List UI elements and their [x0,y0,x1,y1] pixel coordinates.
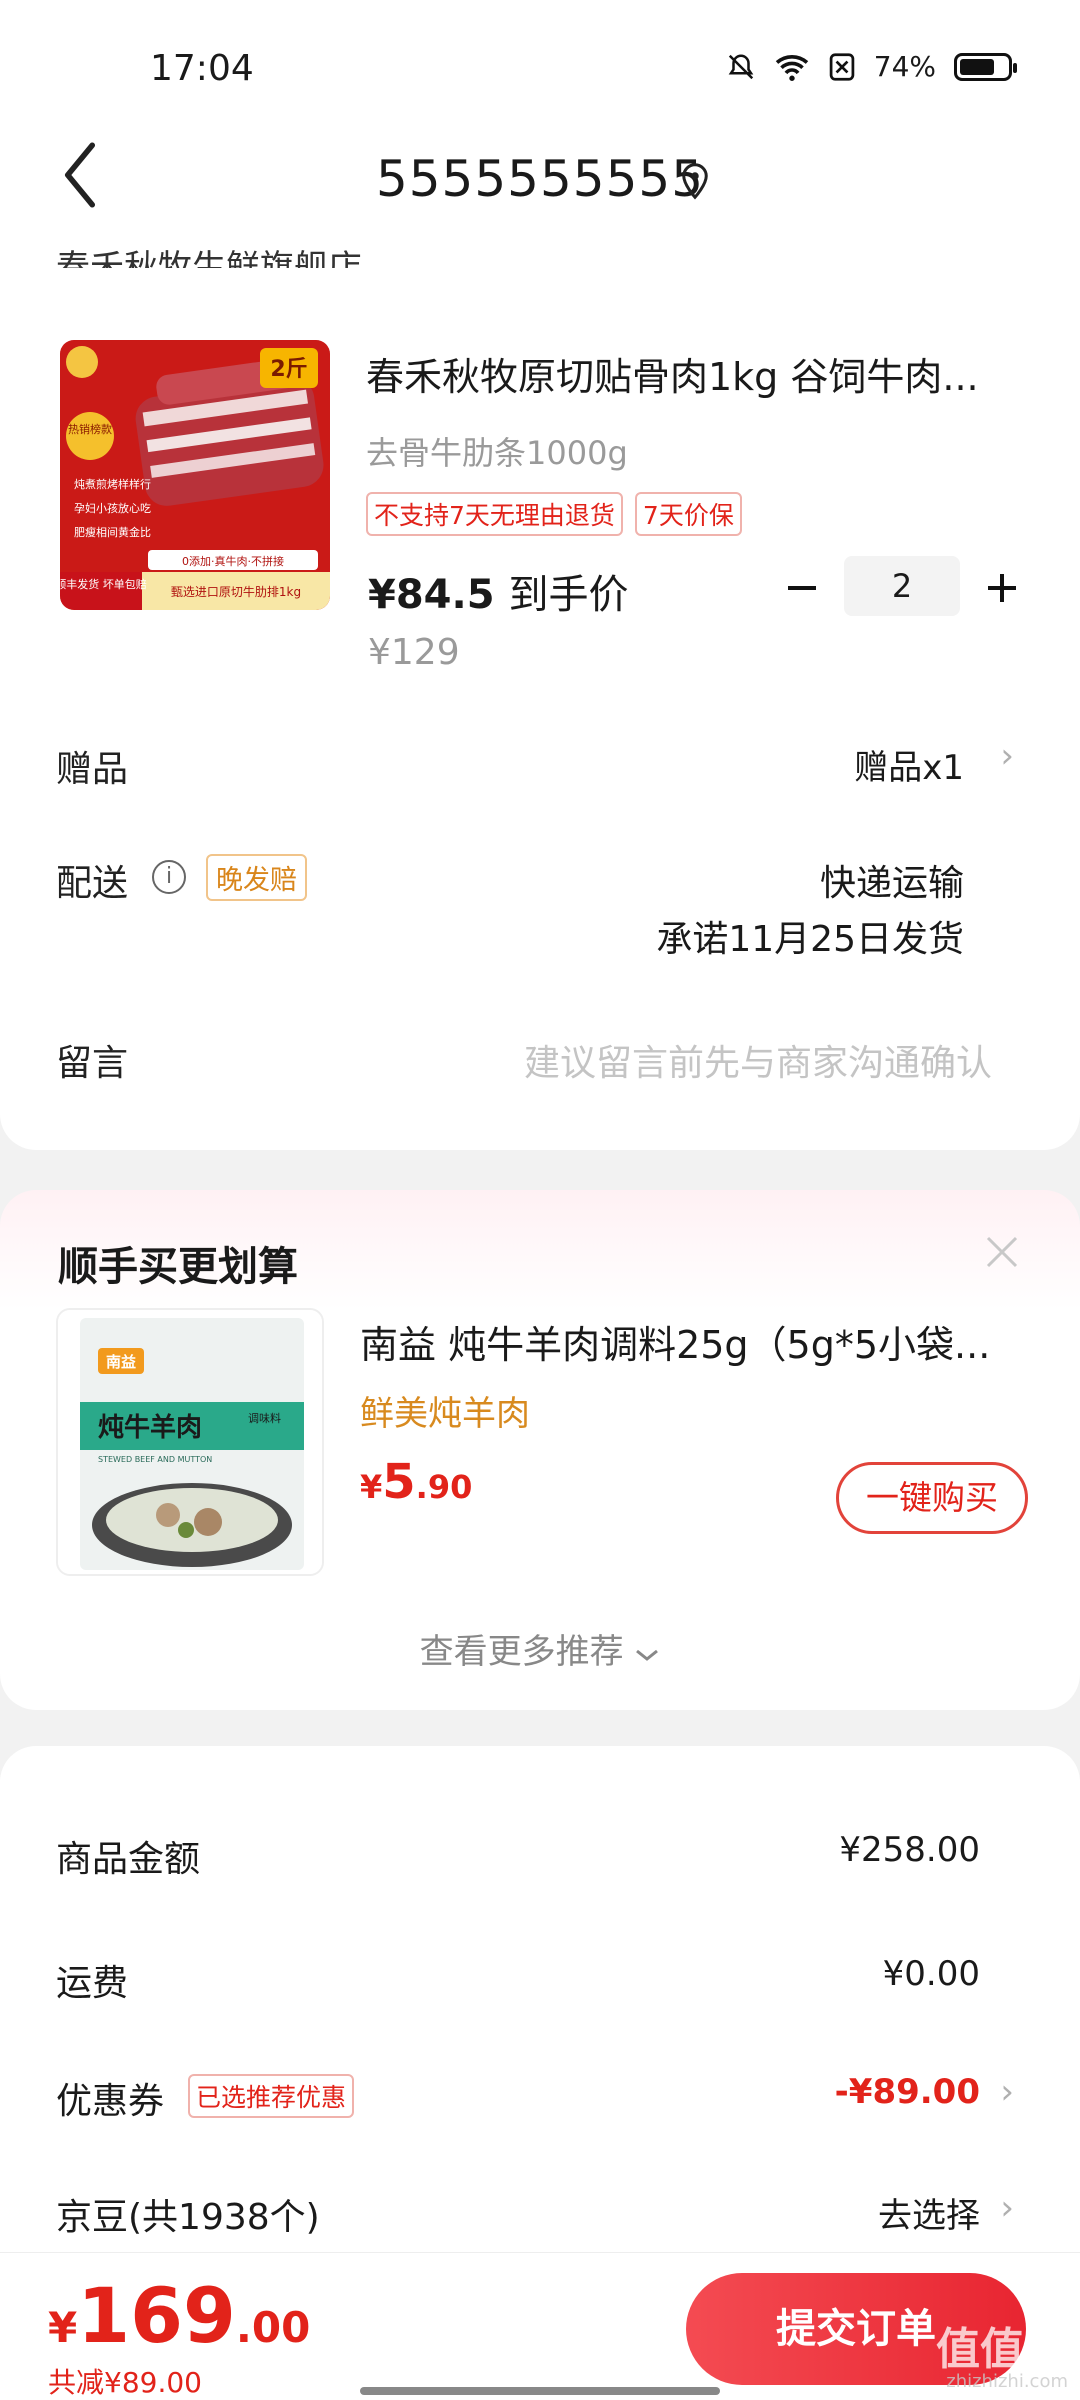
saved-amount: 共减¥89.00 [48,2366,202,2399]
battery-fill [960,58,995,75]
ship-text: 顺丰发货 坏单包赔 [60,577,147,591]
delivery-method[interactable]: 快递运输 [820,854,964,906]
coupon-value[interactable]: -¥89.00 [835,2072,980,2112]
coupon-chevron-right-icon[interactable]: › [1000,2072,1014,2112]
kind-text: 调味料 [248,1411,281,1425]
tag-price-protect: 7天价保 [634,492,742,536]
quantity-input[interactable]: 2 [844,556,960,616]
product-tags: 不支持7天无理由退货 7天价保 [366,492,754,536]
product-title[interactable]: 春禾秋牧原切贴骨肉1kg 谷饲牛肉... [366,346,1026,401]
message-input[interactable]: 建议留言前先与商家沟通确认 [524,1034,992,1086]
one-click-buy-button[interactable]: 一键购买 [836,1462,1028,1534]
recommend-title: 顺手买更划算 [58,1244,298,1290]
tag-no-return: 不支持7天无理由退货 [366,492,623,536]
chevron-down-icon [636,1649,659,1661]
product-price: ¥84.5 到手价 [368,562,628,620]
recommend-price-dec: .90 [415,1468,473,1506]
info-icon[interactable]: i [152,860,186,894]
hot-text: 热销榜款 [68,422,112,436]
more-recommend-label: 查看更多推荐 [419,1632,624,1672]
price-suffix: 到手价 [508,572,629,618]
price-value: ¥84.5 [368,572,495,618]
bell-off-icon [728,53,754,79]
freight-label: 运费 [56,1963,129,2004]
page-title[interactable]: 5555555555 [0,150,1080,208]
total-int: 169 [77,2271,236,2360]
battery-icon [954,52,1017,81]
coupon-tag: 已选推荐优惠 [188,2074,355,2118]
jd-beans-label: 京豆(共1938个) [56,2197,320,2238]
name-text: 炖牛羊肉 [98,1412,202,1443]
total-currency: ¥ [48,2303,78,2352]
recommend-card: 顺手买更划算 南益 炖牛羊肉 调味料 STEWED BEEF AND MUTTO… [0,1190,1080,1710]
status-time: 17:04 [150,48,254,89]
delivery-promise: 承诺11月25日发货 [656,919,964,960]
feature-text: 0添加·真牛肉·不拼接 [182,554,284,568]
status-icons: 74% [726,50,1017,83]
top-bar: 17:04 74% 5555555555 [0,0,1080,240]
recommend-name[interactable]: 南益 炖牛羊肉调料25g（5g*5小袋... [360,1314,1030,1369]
bullet-2: 孕妇小孩放心吃 [74,501,151,515]
recommend-image[interactable]: 南益 炖牛羊肉 调味料 STEWED BEEF AND MUTTON [56,1308,324,1576]
delivery-label: 配送 [56,863,129,904]
bullet-1: 炖煮煎烤样样行 [74,477,151,491]
order-summary: 商品金额 ¥258.00 运费 ¥0.00 优惠券 已选推荐优惠 -¥89.00… [0,1746,1080,2266]
product-spec: 去骨牛肋条1000g [366,434,628,472]
minus-icon[interactable] [782,568,822,608]
wifi-icon [775,54,808,81]
goods-amount-value: ¥258.00 [839,1830,980,1870]
more-recommend-link[interactable]: 查看更多推荐 [0,1624,1080,1673]
location-pin-icon[interactable] [680,162,710,200]
recommend-price: ¥5.90 [360,1454,472,1510]
badge-text: 2斤 [270,357,307,382]
total-dec: .00 [235,2303,311,2352]
chevron-right-icon[interactable]: › [1000,736,1014,776]
product-card: 春禾秋牧生鲜旗舰店 2斤 热销榜款 炖煮煎烤样样行 孕妇小孩放心吃 肥瘦相间黄金… [0,240,1080,1150]
home-indicator[interactable] [360,2387,720,2395]
beans-chevron-right-icon[interactable]: › [1000,2188,1014,2228]
recommend-price-int: 5 [382,1454,416,1510]
brand-text: 南益 [106,1353,136,1371]
shop-name[interactable]: 春禾秋牧生鲜旗舰店 [56,240,362,268]
close-icon[interactable] [982,1232,1022,1272]
freight-value: ¥0.00 [882,1954,980,1994]
coupon-label: 优惠券 [56,2081,165,2122]
bottom-text: 甄选进口原切牛肋排1kg [171,584,301,599]
plus-icon[interactable] [982,568,1022,608]
late-compensation-tag: 晚发赔 [206,854,307,901]
goods-amount-label: 商品金额 [56,1839,201,1880]
en-text: STEWED BEEF AND MUTTON [98,1455,212,1464]
gift-label: 赠品 [56,749,129,790]
battery-percent: 74% [873,50,936,83]
watermark-url: zhizhizhi.com [946,2371,1068,2392]
bullet-3: 肥瘦相间黄金比 [74,525,151,539]
message-label: 留言 [56,1043,129,1084]
gift-value[interactable]: 赠品x1 [854,740,964,789]
sim-off-icon [829,52,855,81]
watermark: 值值值 [936,2324,1068,2375]
product-image[interactable]: 2斤 热销榜款 炖煮煎烤样样行 孕妇小孩放心吃 肥瘦相间黄金比 0添加·真牛肉·… [60,340,330,610]
total-price: ¥169.00 [48,2271,310,2360]
recommend-price-currency: ¥ [360,1468,383,1506]
original-price: ¥129 [368,632,460,673]
jd-beans-select[interactable]: 去选择 [878,2188,980,2237]
bottom-bar: ¥169.00 共减¥89.00 提交订单 值值值 zhizhizhi.com [0,2252,1080,2400]
recommend-subtitle: 鲜美炖羊肉 [360,1394,530,1434]
